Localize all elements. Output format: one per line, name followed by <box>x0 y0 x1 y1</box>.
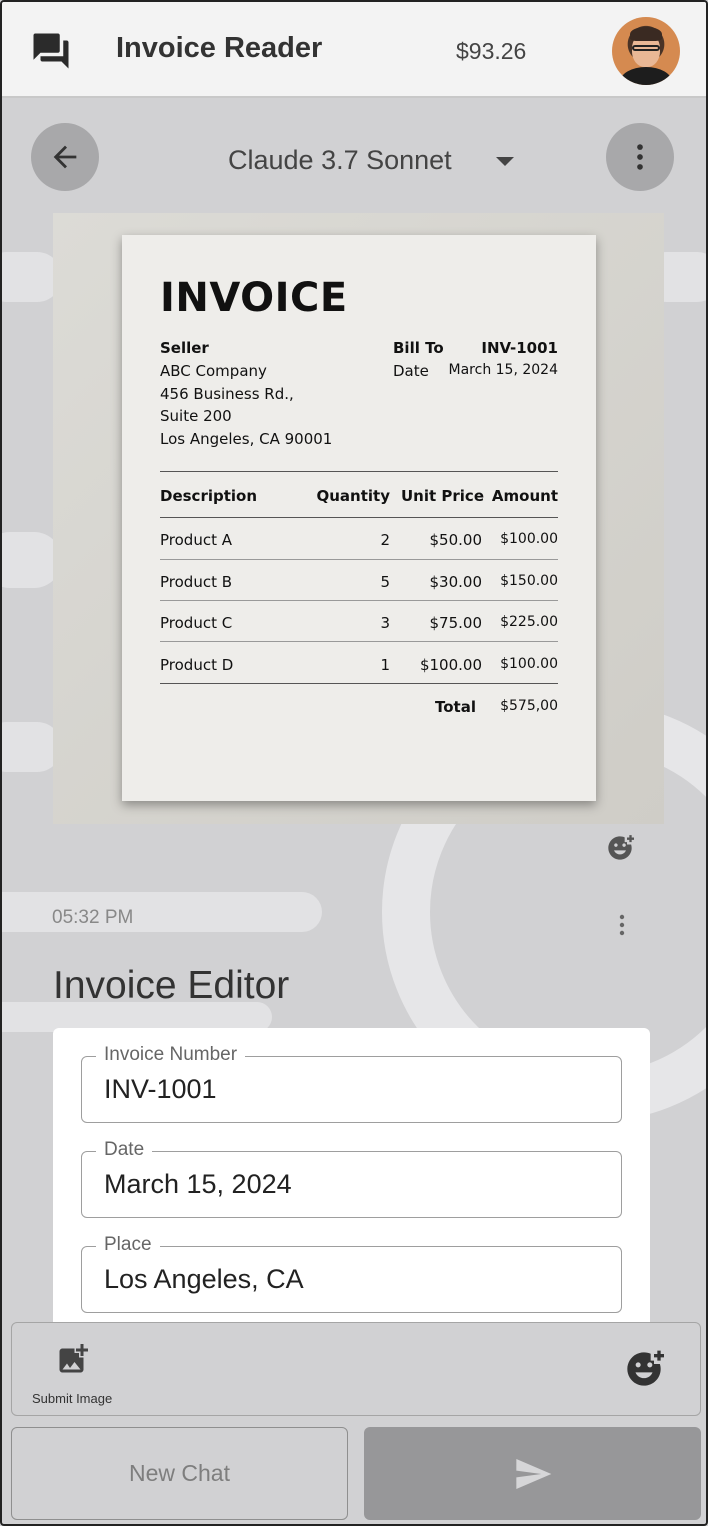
place-field[interactable]: Place Los Angeles, CA <box>81 1234 622 1313</box>
cell: $100.00 <box>500 531 558 547</box>
composer-panel: Submit Image <box>11 1322 701 1416</box>
avatar[interactable] <box>612 17 680 85</box>
more-vert-icon <box>637 144 643 170</box>
total-label: Total <box>435 698 476 716</box>
message-timestamp: 05:32 PM <box>52 907 134 928</box>
invoice-editor-form: Invoice Number INV-1001 Date March 15, 2… <box>53 1028 650 1328</box>
total-value: $575,00 <box>500 698 558 714</box>
invoice-image[interactable]: INVOICE Seller ABC Company 456 Business … <box>53 213 664 824</box>
invoice-number: INV-1001 <box>481 339 558 357</box>
field-label: Place <box>96 1234 160 1256</box>
column-header: Unit Price <box>401 487 484 505</box>
send-button[interactable] <box>364 1427 701 1520</box>
divider <box>160 683 558 684</box>
more-options-button[interactable] <box>606 123 674 191</box>
model-selector-label[interactable]: Claude 3.7 Sonnet <box>228 145 452 176</box>
cell: $75.00 <box>429 614 483 632</box>
cell: $100.00 <box>500 656 558 672</box>
cell: $225.00 <box>500 614 558 630</box>
cell: $50.00 <box>429 531 483 549</box>
cell: 2 <box>380 531 390 549</box>
date-field[interactable]: Date March 15, 2024 <box>81 1139 622 1218</box>
bg-decoration <box>2 892 322 932</box>
editor-title: Invoice Editor <box>53 964 290 1007</box>
seller-label: Seller <box>160 339 209 357</box>
cell: $150.00 <box>500 573 558 589</box>
divider <box>160 559 558 560</box>
add-reaction-icon[interactable] <box>624 1349 664 1389</box>
cell: $30.00 <box>429 573 483 591</box>
send-icon <box>515 1458 551 1489</box>
field-label: Invoice Number <box>96 1044 246 1066</box>
app-title: Invoice Reader <box>116 32 323 64</box>
cell: $100.00 <box>419 656 482 674</box>
divider <box>160 517 558 518</box>
seller-line: Suite 200 <box>160 407 232 425</box>
app-frame: Invoice Reader $93.26 Claude 3.7 Sonnet … <box>0 0 708 1526</box>
cell: Product D <box>160 656 234 674</box>
back-button[interactable] <box>31 123 99 191</box>
forum-icon[interactable] <box>30 30 72 72</box>
date-label: Date <box>393 362 429 380</box>
seller-line: ABC Company <box>160 362 267 380</box>
cell: Product B <box>160 573 233 591</box>
chevron-down-icon[interactable] <box>496 157 514 166</box>
field-label: Date <box>96 1139 153 1161</box>
arrow-back-icon <box>53 145 77 169</box>
invoice-paper: INVOICE Seller ABC Company 456 Business … <box>122 235 596 801</box>
invoice-number-field[interactable]: Invoice Number INV-1001 <box>81 1044 622 1123</box>
column-header: Description <box>160 487 258 505</box>
balance-amount: $93.26 <box>456 38 527 64</box>
field-value[interactable]: INV-1001 <box>104 1074 217 1105</box>
cell: Product A <box>160 531 232 549</box>
field-value[interactable]: March 15, 2024 <box>104 1169 292 1200</box>
column-header: Quantity <box>316 487 391 505</box>
app-bar: Invoice Reader $93.26 <box>2 2 706 98</box>
cell: 1 <box>380 656 390 674</box>
field-value[interactable]: Los Angeles, CA <box>104 1264 304 1295</box>
divider <box>160 471 558 472</box>
divider <box>160 600 558 601</box>
column-header: Amount <box>491 487 558 505</box>
new-chat-button[interactable]: New Chat <box>11 1427 348 1520</box>
submit-image-label[interactable]: Submit Image <box>32 1391 112 1406</box>
invoice-heading: INVOICE <box>160 275 348 321</box>
divider <box>160 641 558 642</box>
more-vert-icon[interactable] <box>614 912 630 938</box>
add-photo-icon[interactable] <box>54 1341 92 1377</box>
cell: 5 <box>380 573 390 591</box>
cell: Product C <box>160 614 233 632</box>
seller-line: 456 Business Rd., <box>160 385 294 403</box>
bill-to-label: Bill To <box>393 339 444 357</box>
cell: 3 <box>380 614 390 632</box>
add-reaction-icon[interactable] <box>606 834 634 862</box>
date-value: March 15, 2024 <box>448 362 558 378</box>
seller-line: Los Angeles, CA 90001 <box>160 430 333 448</box>
